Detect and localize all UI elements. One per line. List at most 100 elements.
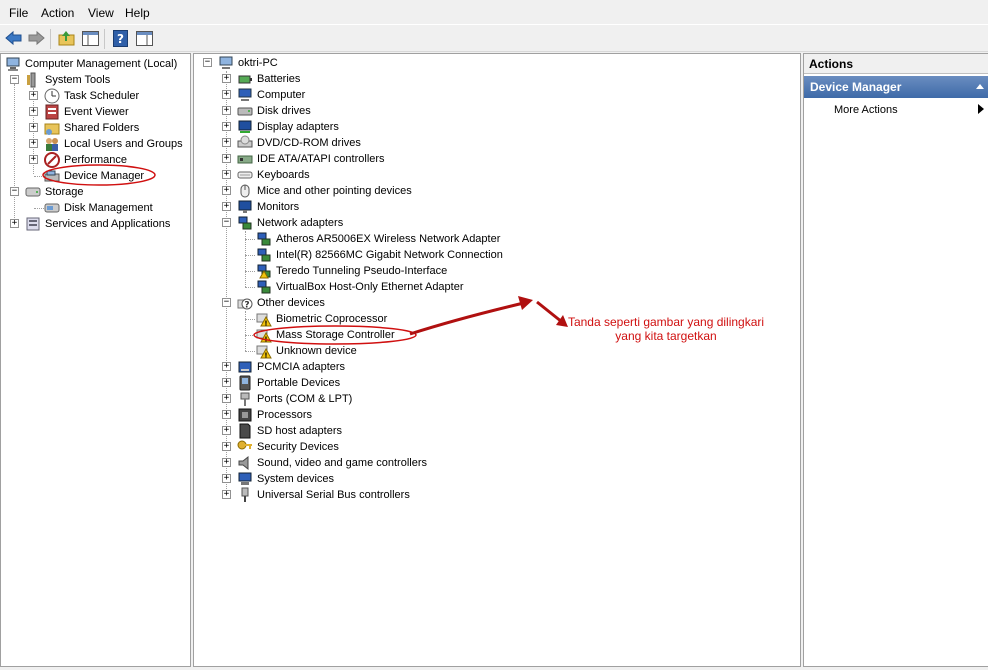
submenu-arrow-icon — [978, 104, 984, 114]
expand-icon[interactable]: + — [222, 74, 231, 83]
expand-icon[interactable]: + — [222, 122, 231, 131]
expand-icon[interactable]: + — [222, 138, 231, 147]
expand-icon[interactable]: + — [222, 394, 231, 403]
console-tree-pane: Computer Management (Local) − System Too… — [0, 53, 191, 667]
network-card-icon — [257, 232, 271, 246]
svg-text:?: ? — [117, 32, 124, 46]
device-tree-pane: − oktri-PC + Batteries + Computer + Disk… — [193, 53, 801, 667]
toolbar-separator — [50, 29, 51, 49]
show-hide-tree-icon[interactable] — [81, 29, 100, 48]
warning-device-icon: ! — [256, 313, 272, 328]
collapse-icon[interactable]: − — [222, 218, 231, 227]
back-arrow-icon[interactable] — [4, 29, 23, 48]
expand-icon[interactable]: + — [29, 107, 38, 116]
security-key-icon — [237, 440, 252, 450]
expand-icon[interactable]: + — [29, 123, 38, 132]
portable-device-icon — [239, 375, 251, 391]
actions-section-device-manager[interactable]: Device Manager — [804, 76, 988, 98]
network-card-warning-icon — [257, 264, 271, 279]
pcmcia-icon — [238, 361, 252, 373]
battery-icon — [238, 75, 252, 84]
collapse-icon[interactable]: − — [222, 298, 231, 307]
svg-text:!: ! — [264, 336, 267, 344]
computer-icon — [219, 56, 233, 69]
monitor-icon — [238, 200, 252, 213]
actions-header: Actions — [804, 54, 988, 74]
help-icon[interactable]: ? — [111, 29, 130, 48]
expand-icon[interactable]: + — [29, 139, 38, 148]
menu-action[interactable]: Action — [41, 6, 74, 20]
toolbar: ? — [0, 24, 988, 52]
processor-icon — [238, 408, 252, 422]
menu-file[interactable]: File — [9, 6, 28, 20]
users-icon — [46, 138, 58, 151]
sd-card-icon — [239, 423, 251, 439]
expand-icon[interactable]: + — [222, 426, 231, 435]
show-action-pane-icon[interactable] — [135, 29, 154, 48]
expand-icon[interactable]: + — [222, 90, 231, 99]
usb-icon — [241, 487, 249, 502]
shared-folder-icon — [44, 123, 60, 135]
menu-help[interactable]: Help — [125, 6, 150, 20]
svg-text:?: ? — [244, 301, 249, 311]
tree-line — [34, 176, 44, 177]
unknown-device-icon: ? — [237, 298, 253, 311]
performance-icon — [44, 152, 60, 168]
actions-pane: Actions Device Manager More Actions — [803, 53, 988, 667]
collapse-icon[interactable]: − — [10, 187, 19, 196]
expand-icon[interactable]: + — [222, 410, 231, 419]
expand-icon[interactable]: + — [222, 170, 231, 179]
tree-line — [34, 208, 44, 209]
expand-icon[interactable]: + — [222, 458, 231, 467]
clock-icon — [44, 88, 60, 104]
system-tools-icon — [27, 72, 36, 88]
expand-icon[interactable]: + — [222, 378, 231, 387]
expand-icon[interactable]: + — [29, 155, 38, 164]
expand-icon[interactable]: + — [222, 154, 231, 163]
expand-icon[interactable]: + — [10, 219, 19, 228]
disk-drive-icon — [237, 107, 253, 116]
ide-controller-icon — [237, 155, 253, 164]
expand-icon[interactable]: + — [222, 490, 231, 499]
computer-icon — [238, 88, 252, 101]
mouse-icon — [240, 184, 250, 198]
menu-bar: File Action View Help — [0, 0, 988, 24]
forward-arrow-icon[interactable] — [27, 29, 46, 48]
system-device-icon — [238, 472, 252, 485]
computer-management-icon — [6, 57, 20, 71]
services-icon — [26, 217, 40, 231]
warning-device-icon: ! — [256, 329, 272, 344]
expand-icon[interactable]: + — [29, 91, 38, 100]
network-adapter-icon — [238, 216, 252, 230]
menu-view[interactable]: View — [88, 6, 114, 20]
expand-icon[interactable]: + — [222, 186, 231, 195]
svg-text:!: ! — [264, 352, 267, 360]
speaker-icon — [238, 455, 249, 471]
display-adapter-icon — [238, 120, 252, 133]
expand-icon[interactable]: + — [222, 442, 231, 451]
collapse-icon[interactable]: − — [203, 58, 212, 67]
annotation-text: Tanda seperti gambar yang dilingkari yan… — [567, 315, 765, 343]
tree-line — [245, 311, 246, 351]
up-folder-icon[interactable] — [57, 29, 76, 48]
warning-device-icon: ! — [256, 345, 272, 360]
disk-management-icon — [44, 203, 60, 213]
expand-icon[interactable]: + — [222, 362, 231, 371]
collapse-up-icon[interactable] — [976, 83, 984, 91]
more-actions-item[interactable]: More Actions — [834, 102, 898, 118]
keyboard-icon — [237, 171, 253, 179]
storage-icon — [25, 187, 41, 197]
expand-icon[interactable]: + — [222, 202, 231, 211]
event-viewer-icon — [45, 104, 59, 120]
device-manager-icon — [44, 170, 60, 182]
network-card-icon — [257, 280, 271, 294]
expand-icon[interactable]: + — [222, 474, 231, 483]
toolbar-separator — [104, 29, 105, 49]
expand-icon[interactable]: + — [222, 106, 231, 115]
tree-line — [14, 84, 15, 222]
dvd-drive-icon — [237, 135, 253, 148]
port-icon — [240, 392, 250, 406]
collapse-icon[interactable]: − — [10, 75, 19, 84]
network-card-icon — [257, 248, 271, 262]
svg-text:!: ! — [264, 320, 267, 328]
